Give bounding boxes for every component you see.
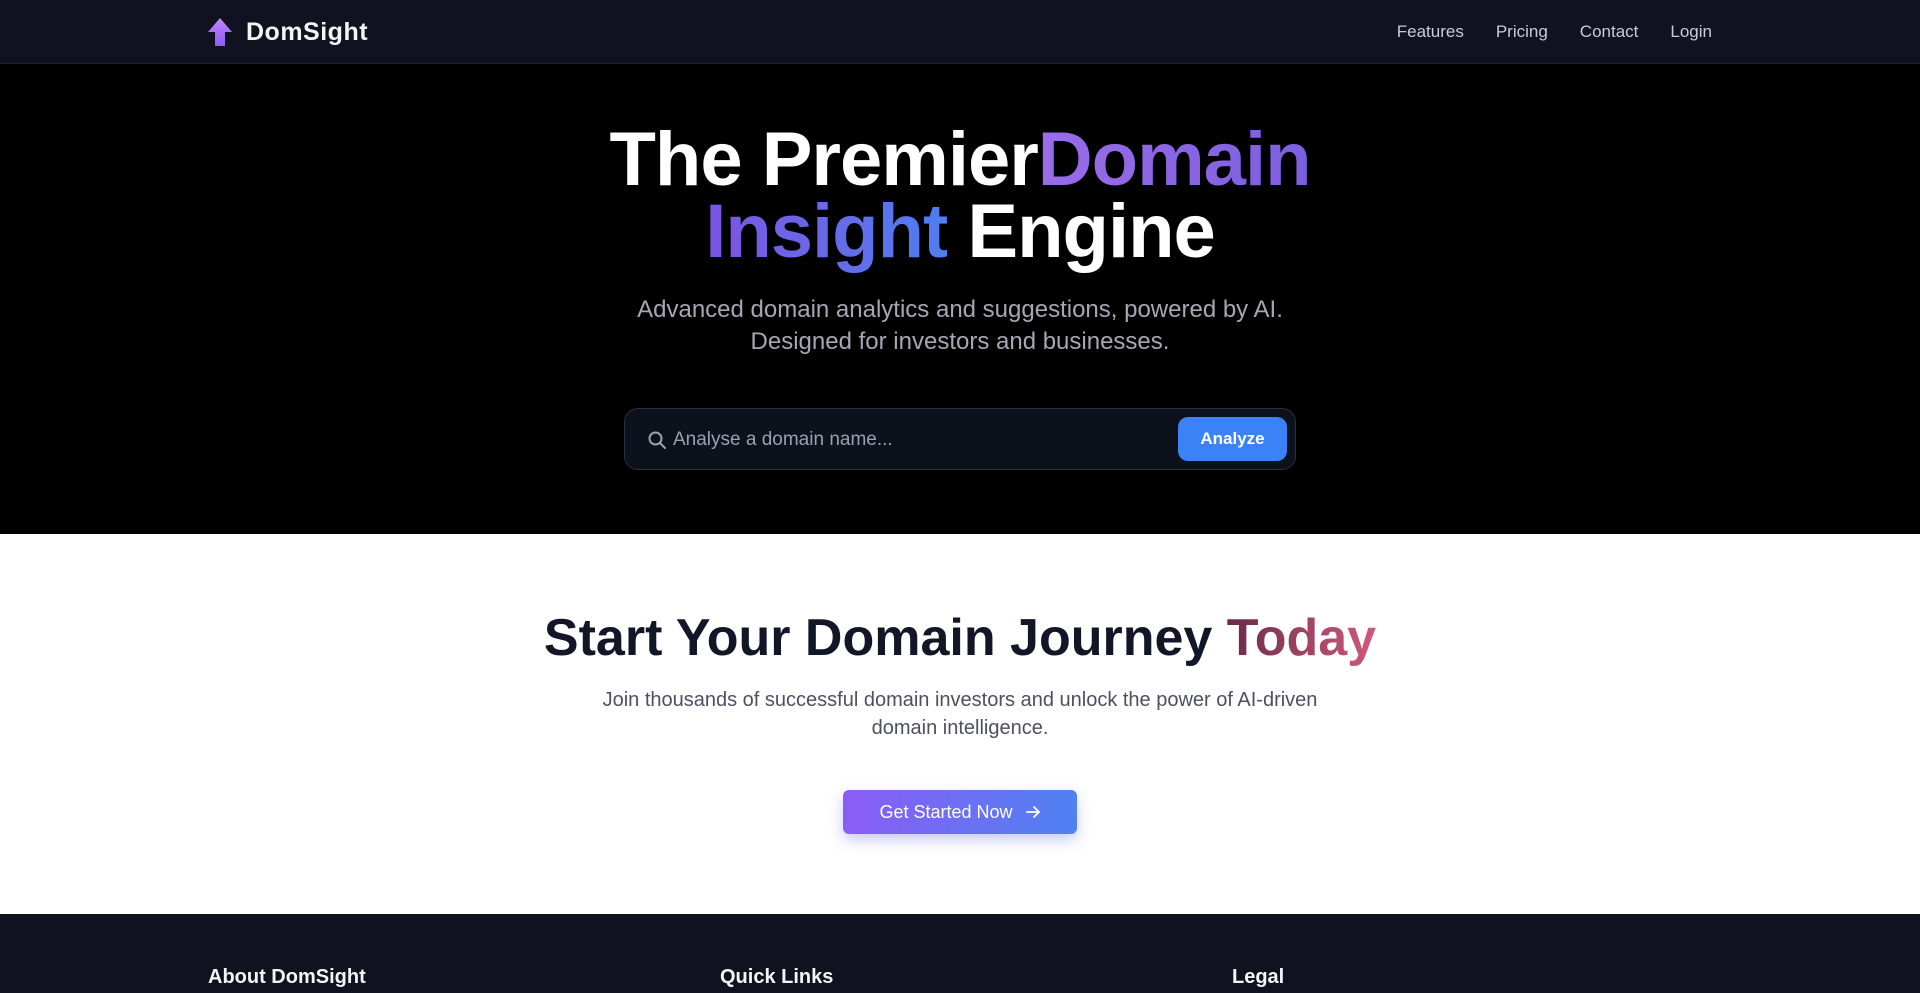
domain-search-input[interactable]: [673, 421, 1173, 459]
cta-title-accent: Today: [1226, 609, 1377, 667]
nav-link-login[interactable]: Login: [1670, 22, 1712, 42]
brand-logo[interactable]: DomSight: [208, 16, 368, 48]
domain-search-box: Analyze: [624, 408, 1296, 470]
nav-link-pricing[interactable]: Pricing: [1496, 22, 1548, 42]
get-started-label: Get Started Now: [879, 801, 1013, 822]
analyze-button[interactable]: Analyze: [1178, 417, 1287, 461]
top-navbar: DomSight Features Pricing Contact Login: [0, 0, 1920, 64]
cta-section: Start Your Domain Journey Today Join tho…: [0, 534, 1920, 914]
hero-subtitle: Advanced domain analytics and suggestion…: [560, 294, 1360, 358]
hero-subtitle-line2: Designed for investors and businesses.: [750, 328, 1170, 355]
footer-heading-legal: Legal: [1232, 966, 1285, 988]
nav-link-features[interactable]: Features: [1397, 22, 1464, 42]
brand-name: DomSight: [246, 17, 369, 46]
nav-links: Features Pricing Contact Login: [1397, 0, 1712, 64]
hero-title-part4: Engine: [967, 189, 1215, 274]
cta-subtitle: Join thousands of successful domain inve…: [602, 689, 1318, 739]
hero-subtitle-line1: Advanced domain analytics and suggestion…: [637, 296, 1283, 323]
search-icon: [648, 431, 666, 449]
footer-heading-about: About DomSight: [208, 966, 366, 988]
nav-link-contact[interactable]: Contact: [1580, 22, 1639, 42]
hero-title-part3: Insight: [705, 189, 948, 274]
hero-title: The PremierDomain Insight Engine: [0, 122, 1920, 270]
footer-heading-quick-links: Quick Links: [720, 966, 834, 988]
cta-title: Start Your Domain Journey Today: [0, 608, 1920, 668]
cta-title-main: Start Your Domain Journey: [543, 609, 1213, 667]
get-started-button[interactable]: Get Started Now: [843, 790, 1077, 834]
footer: About DomSight Quick Links Legal: [0, 914, 1920, 993]
arrow-up-icon: [208, 18, 232, 46]
arrow-right-icon: [1025, 806, 1040, 818]
hero-section: The PremierDomain Insight Engine Advance…: [0, 64, 1920, 534]
